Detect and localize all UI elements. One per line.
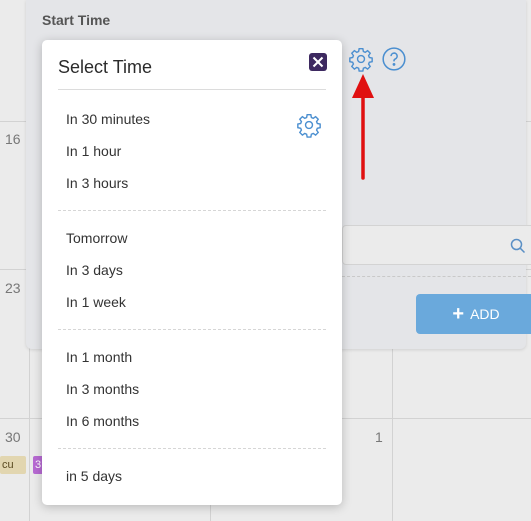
annotation-arrow-icon <box>352 74 374 180</box>
time-option[interactable]: In 1 week <box>58 286 326 318</box>
time-option[interactable]: in 5 days <box>58 460 326 492</box>
popup-title: Select Time <box>58 57 153 77</box>
time-option[interactable]: In 6 months <box>58 405 326 437</box>
day-number[interactable]: 1 <box>375 429 383 445</box>
day-number[interactable]: 30 <box>5 429 21 445</box>
gear-icon[interactable] <box>348 46 374 72</box>
add-button-label: ADD <box>470 306 500 322</box>
divider <box>58 89 326 90</box>
divider <box>58 448 326 449</box>
question-circle-icon[interactable] <box>381 46 407 72</box>
close-x-icon[interactable] <box>309 53 327 71</box>
time-option[interactable]: In 3 months <box>58 373 326 405</box>
day-number[interactable]: 23 <box>5 280 21 296</box>
search-input[interactable] <box>342 225 531 265</box>
time-option[interactable]: In 1 hour <box>58 135 326 167</box>
time-option[interactable]: In 3 days <box>58 254 326 286</box>
time-option[interactable]: In 1 month <box>58 341 326 373</box>
panel-title: Start Time <box>42 12 111 28</box>
time-option-group: In 1 month In 3 months In 6 months <box>58 341 326 437</box>
select-time-popup: Select Time In 30 minutes In 1 hour In 3… <box>42 40 342 505</box>
time-option-group: Tomorrow In 3 days In 1 week <box>58 222 326 318</box>
divider <box>342 276 531 277</box>
divider <box>58 329 326 330</box>
search-icon[interactable] <box>509 237 527 255</box>
time-option-group: In 30 minutes In 1 hour In 3 hours <box>58 103 326 199</box>
time-option[interactable]: In 3 hours <box>58 167 326 199</box>
calendar-event[interactable]: cu <box>0 456 26 474</box>
divider <box>58 210 326 211</box>
time-option-group: in 5 days <box>58 460 326 492</box>
time-option[interactable]: Tomorrow <box>58 222 326 254</box>
time-option[interactable]: In 30 minutes <box>58 103 326 135</box>
add-button[interactable]: + ADD <box>416 294 531 334</box>
day-number[interactable]: 16 <box>5 131 21 147</box>
plus-icon: + <box>452 303 465 325</box>
